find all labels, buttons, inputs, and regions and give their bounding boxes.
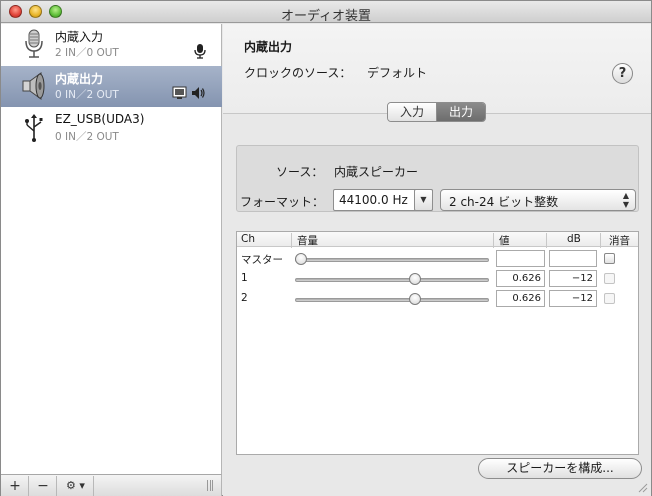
volume-slider-track[interactable] [295,298,489,302]
value-field[interactable]: 0.626 [496,270,545,287]
tab-output[interactable]: 出力 [437,103,486,121]
format-label: フォーマット： [240,195,325,209]
clock-source-value[interactable]: デフォルト [367,64,427,81]
device-item-ez-usb[interactable]: EZ_USB(UDA3) 0 IN／2 OUT [1,108,222,149]
device-header: 内蔵出力 クロックのソース： デフォルト ? [223,24,651,114]
device-detail-pane: 内蔵出力 クロックのソース： デフォルト ? 入力 出力 ソース： 内蔵スピーカ… [223,24,651,496]
clock-source-label: クロックのソース： [244,66,352,80]
bit-depth-popup[interactable]: 2 ch-24 ビット整数 ▲ ▼ [440,189,636,211]
sample-rate-value: 44100.0 Hz [339,193,408,207]
mute-checkbox [604,273,615,284]
sidebar-toolbar: + − ⚙ ▾ [1,474,222,496]
bit-depth-value: 2 ch-24 ビット整数 [449,195,559,209]
volume-slider-knob[interactable] [295,253,307,265]
db-field[interactable]: −12 [549,290,597,307]
device-list[interactable]: 内蔵入力 2 IN／0 OUT 内蔵出力 0 IN／2 OUT EZ_USB(U… [1,24,222,474]
volume-slider-knob[interactable] [408,293,421,305]
device-item-builtin-output[interactable]: 内蔵出力 0 IN／2 OUT [1,66,222,107]
channel-volume-table: Ch 音量 値 dB 消音 マスター 1 0.626 −12 2 0.626 −… [236,231,639,455]
remove-device-button[interactable]: − [30,476,57,496]
tab-input[interactable]: 入力 [388,103,438,121]
window-resize-icon[interactable] [637,482,648,493]
device-item-builtin-input[interactable]: 内蔵入力 2 IN／0 OUT [1,24,222,65]
mute-checkbox[interactable] [604,253,615,264]
device-name: EZ_USB(UDA3) [55,112,145,126]
sample-rate-dropdown-button[interactable]: ▼ [414,189,433,211]
mute-checkbox [604,293,615,304]
device-title: 内蔵出力 [244,40,293,54]
configure-speakers-button[interactable]: スピーカーを構成... [478,458,642,479]
window-title: オーディオ装置 [280,9,372,24]
channel-name: 1 [241,272,248,284]
table-row: 1 0.626 −12 [237,269,638,289]
input-mic-badge-icon [194,44,206,59]
table-row: マスター [237,249,638,269]
table-header: Ch 音量 値 dB 消音 [237,232,638,248]
sidebar-resize-grip[interactable] [207,480,213,491]
col-volume: 音量 [297,235,318,247]
col-db: dB [567,233,581,245]
source-value: 内蔵スピーカー [334,165,419,179]
device-io: 2 IN／0 OUT [55,47,119,59]
popup-arrows-icon: ▲ ▼ [622,191,629,209]
col-ch: Ch [241,233,255,245]
volume-slider-knob[interactable] [408,273,421,285]
default-output-speaker-icon [192,87,205,99]
device-name: 内蔵入力 [55,30,104,44]
io-tab-control: 入力 出力 [387,102,487,122]
add-device-button[interactable]: + [2,476,29,496]
gear-menu-button[interactable]: ⚙ ▾ [58,476,94,496]
volume-slider-track[interactable] [295,278,489,282]
device-io: 0 IN／2 OUT [55,131,119,143]
col-mute: 消音 [609,235,630,247]
microphone-icon [25,29,43,58]
value-field[interactable]: 0.626 [496,290,545,307]
usb-icon [25,114,43,142]
device-name: 内蔵出力 [55,72,104,86]
audio-midi-window: オーディオ装置 内蔵入力 2 IN／0 OUT 内蔵出力 0 IN／2 OUT … [0,0,652,496]
volume-slider-track[interactable] [295,258,489,262]
db-field[interactable] [549,250,597,267]
table-row: 2 0.626 −12 [237,289,638,309]
title-bar[interactable]: オーディオ装置 [1,1,651,24]
source-label: ソース： [276,165,324,179]
value-field[interactable] [496,250,545,267]
channel-name: マスター [241,254,283,266]
channel-name: 2 [241,292,248,304]
device-io: 0 IN／2 OUT [55,89,119,101]
speaker-icon [22,72,45,100]
col-value: 値 [499,235,510,247]
db-field[interactable]: −12 [549,270,597,287]
default-system-output-icon [172,86,187,99]
sample-rate-combobox[interactable]: 44100.0 Hz ▼ [333,189,433,211]
help-button[interactable]: ? [612,63,633,84]
source-format-panel: ソース： 内蔵スピーカー フォーマット： 44100.0 Hz ▼ 2 ch-2… [236,145,639,212]
